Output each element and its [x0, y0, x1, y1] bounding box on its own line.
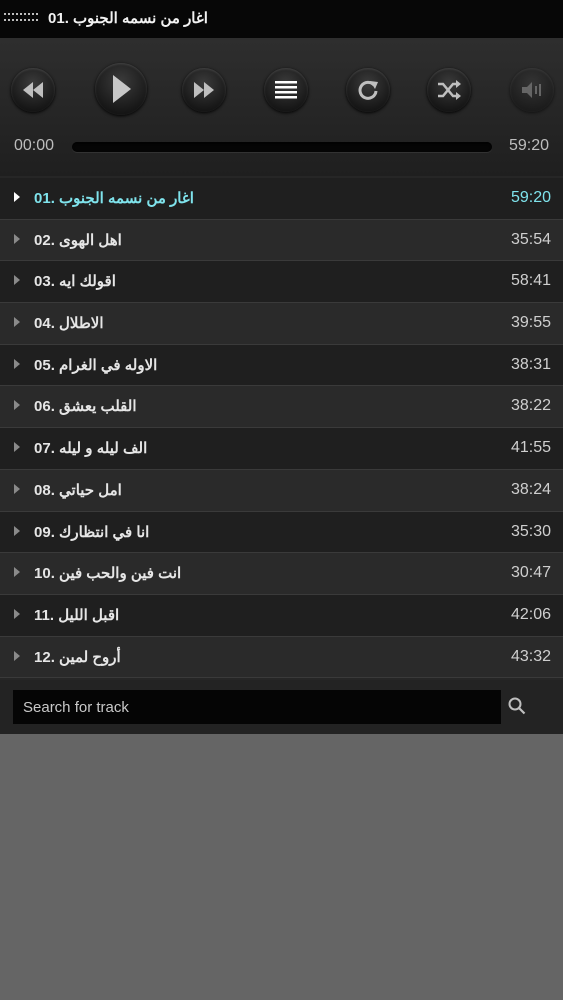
play-arrow-icon — [14, 275, 20, 286]
track-title: انا في انتظارك .09 — [34, 523, 150, 541]
play-arrow-icon — [14, 608, 20, 619]
track-duration: 43:32 — [510, 647, 551, 665]
track-row[interactable]: امل حياتي .08 38:24 — [0, 469, 563, 512]
track-row[interactable]: القلب يعشق .06 38:22 — [0, 386, 563, 429]
track-row[interactable]: أروح لمين .12 43:32 — [0, 636, 563, 679]
seek-bar[interactable] — [72, 142, 492, 152]
play-arrow-icon — [14, 650, 20, 661]
track-duration: 30:47 — [510, 564, 551, 582]
volume-button[interactable] — [510, 68, 554, 112]
track-row[interactable]: اغار من نسمه الجنوب .01 59:20 — [0, 178, 563, 220]
volume-icon — [522, 82, 541, 98]
track-title: انت فين والحب فين .10 — [34, 565, 182, 583]
search-bar — [0, 680, 563, 734]
track-row[interactable]: انا في انتظارك .09 35:30 — [0, 511, 563, 554]
track-duration: 38:24 — [510, 480, 551, 498]
track-duration: 42:06 — [510, 605, 551, 623]
shuffle-button[interactable] — [427, 68, 471, 112]
track-duration: 58:41 — [510, 272, 551, 290]
fast-forward-icon — [194, 82, 214, 98]
rewind-icon — [23, 82, 43, 98]
track-duration: 38:31 — [510, 355, 551, 373]
track-row[interactable]: اقولك ايه .03 58:41 — [0, 261, 563, 304]
repeat-icon — [358, 80, 378, 100]
total-time: 59:20 — [508, 137, 549, 154]
track-row[interactable]: الف ليله و ليله .07 41:55 — [0, 428, 563, 470]
track-duration: 35:30 — [510, 522, 551, 540]
play-arrow-icon — [14, 317, 20, 328]
drag-handle-icon[interactable] — [4, 13, 40, 23]
play-arrow-icon — [14, 567, 20, 578]
title-bar: اغار من نسمه الجنوب .01 — [0, 0, 563, 38]
play-arrow-icon — [14, 525, 20, 536]
track-title: اغار من نسمه الجنوب .01 — [34, 190, 194, 207]
search-input[interactable] — [13, 690, 501, 724]
track-row[interactable]: الاوله في الغرام .05 38:31 — [0, 344, 563, 387]
track-row[interactable]: الاطلال .04 39:55 — [0, 303, 563, 345]
track-row[interactable]: اهل الهوى .02 35:54 — [0, 219, 563, 262]
control-panel: 00:00 59:20 — [0, 38, 563, 176]
track-title: الاوله في الغرام .05 — [34, 356, 158, 374]
play-arrow-icon — [14, 233, 20, 244]
track-title: الاطلال .04 — [34, 315, 104, 333]
track-duration: 35:54 — [510, 230, 551, 248]
rewind-button[interactable] — [11, 68, 55, 112]
current-time: 00:00 — [14, 137, 55, 154]
track-title: أروح لمين .12 — [34, 648, 121, 666]
play-button[interactable] — [95, 63, 147, 115]
play-arrow-icon — [14, 358, 20, 369]
now-playing-title: اغار من نسمه الجنوب .01 — [48, 10, 208, 27]
track-title: اقبل الليل .11 — [34, 606, 120, 624]
track-duration: 41:55 — [510, 439, 551, 457]
track-duration: 39:55 — [510, 314, 551, 332]
play-arrow-icon — [14, 400, 20, 411]
track-title: اهل الهوى .02 — [34, 231, 122, 249]
music-player: اغار من نسمه الجنوب .01 00:00 59:20 اغار… — [0, 0, 563, 734]
play-icon — [113, 75, 131, 103]
track-duration: 38:22 — [510, 397, 551, 415]
track-title: الف ليله و ليله .07 — [34, 440, 148, 458]
track-duration: 59:20 — [510, 189, 551, 206]
play-arrow-icon — [14, 192, 20, 202]
search-icon[interactable] — [508, 697, 526, 715]
track-list: اغار من نسمه الجنوب .01 59:20 اهل الهوى … — [0, 178, 563, 679]
play-arrow-icon — [14, 442, 20, 453]
track-title: امل حياتي .08 — [34, 481, 122, 499]
track-row[interactable]: اقبل الليل .11 42:06 — [0, 594, 563, 637]
shuffle-icon — [438, 80, 461, 100]
list-icon — [275, 81, 297, 99]
playlist-button[interactable] — [264, 68, 308, 112]
track-title: القلب يعشق .06 — [34, 398, 137, 416]
fast-forward-button[interactable] — [182, 68, 226, 112]
track-title: اقولك ايه .03 — [34, 273, 116, 291]
repeat-button[interactable] — [346, 68, 390, 112]
play-arrow-icon — [14, 483, 20, 494]
track-row[interactable]: انت فين والحب فين .10 30:47 — [0, 553, 563, 595]
